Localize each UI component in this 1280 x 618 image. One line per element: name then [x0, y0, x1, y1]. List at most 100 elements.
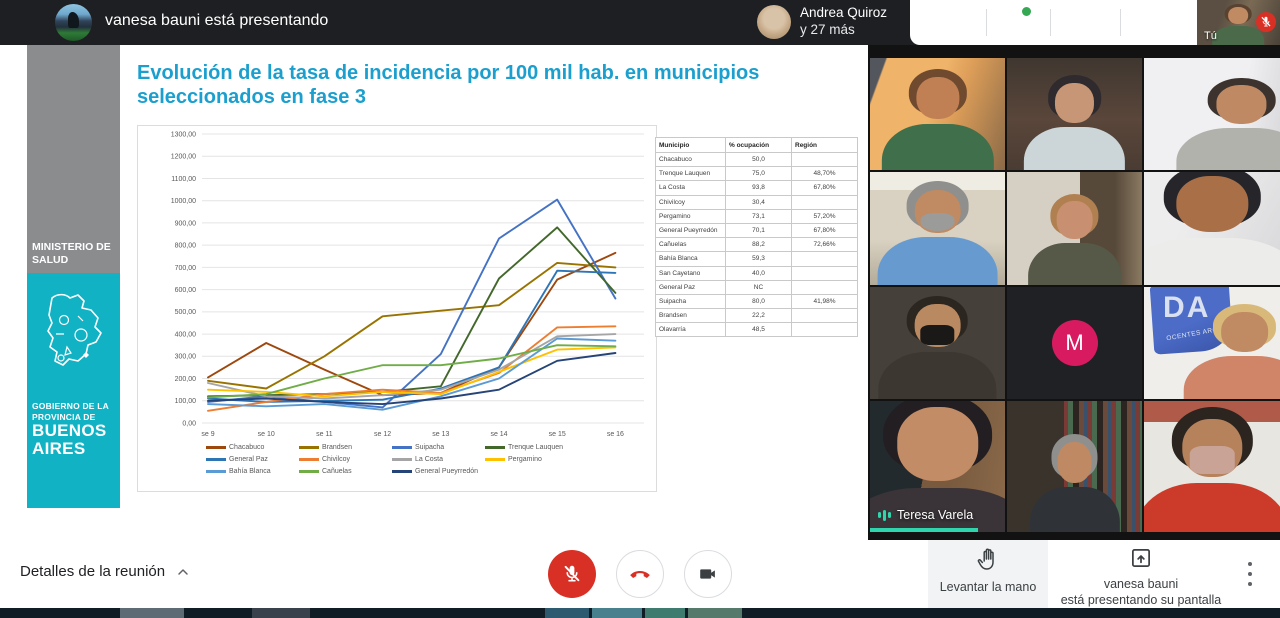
table-row: General PazNC [656, 280, 858, 294]
svg-text:se 12: se 12 [374, 431, 391, 438]
svg-text:700,00: 700,00 [175, 265, 197, 272]
table-cell [792, 309, 858, 323]
person-silhouette [1144, 172, 1280, 285]
svg-text:1000,00: 1000,00 [171, 198, 196, 205]
raise-hand-icon [976, 547, 1000, 573]
table-cell: San Cayetano [656, 266, 726, 280]
presenting-line2: está presentando su pantalla [1048, 592, 1234, 608]
legend-item: Bahía Blanca [206, 468, 299, 475]
table-cell: Bahía Blanca [656, 252, 726, 266]
legend-swatch [206, 470, 226, 472]
table-row: Suipacha80,041,98% [656, 294, 858, 308]
table-row: Pergamino73,157,20% [656, 209, 858, 223]
svg-text:0,00: 0,00 [182, 420, 196, 427]
table-row: Chacabuco50,0 [656, 153, 858, 167]
legend-swatch [206, 446, 226, 448]
svg-text:se 9: se 9 [201, 431, 214, 438]
table-row: San Cayetano40,0 [656, 266, 858, 280]
participant-video-grid: MDAOCENTES ARGEN Teresa Varela [868, 45, 1280, 540]
svg-text:900,00: 900,00 [175, 220, 197, 227]
participant-tile-woman-pink-mask-red-shirt[interactable] [1144, 401, 1280, 532]
ministry-label: MINISTERIO DE SALUD [32, 241, 117, 266]
participant-tile-man-gray-beard-blue-shirt[interactable] [870, 172, 1005, 285]
legend-swatch [299, 470, 319, 472]
legend-item: Brandsen [299, 444, 392, 451]
table-cell [792, 266, 858, 280]
google-meet-window: { "colors": { "accent_teal": "#1b9fce", … [0, 0, 1280, 618]
svg-text:400,00: 400,00 [175, 331, 197, 338]
svg-text:se 10: se 10 [258, 431, 275, 438]
table-cell: Chivilcoy [656, 195, 726, 209]
table-row: Olavarría48,5 [656, 323, 858, 337]
person-silhouette [879, 177, 995, 285]
table-header-row: Municipio% ocupaciónRegión [656, 138, 858, 153]
svg-text:se 13: se 13 [432, 431, 449, 438]
raise-hand-button[interactable]: Levantar la mano [928, 540, 1048, 608]
participant-tile-woman-glasses-brick-wall[interactable] [1007, 58, 1142, 170]
table-cell: General Pueyrredón [656, 223, 726, 237]
table-cell: General Paz [656, 280, 726, 294]
participant-tile-initial-avatar[interactable]: M [1007, 287, 1142, 399]
speaking-indicator-bar [870, 528, 978, 532]
government-label: GOBIERNO DE LA PROVINCIA DE BUENOS AIRES [32, 401, 109, 458]
table-cell: 67,80% [792, 181, 858, 195]
divider [1120, 9, 1121, 36]
svg-text:1100,00: 1100,00 [171, 176, 196, 183]
presenting-status[interactable]: vanesa bauni está presentando su pantall… [1048, 540, 1234, 608]
participant-tile-man-looking-down-pen[interactable] [1144, 172, 1280, 285]
present-screen-icon [1128, 545, 1154, 571]
person-silhouette [1031, 430, 1117, 532]
table-row: Brandsen22,2 [656, 309, 858, 323]
legend-item: Suipacha [392, 444, 485, 451]
legend-swatch [392, 458, 412, 460]
meeting-details-label: Detalles de la reunión [20, 563, 165, 580]
hang-up-icon [627, 561, 653, 587]
legend-item: Chacabuco [206, 444, 299, 451]
person-silhouette [881, 291, 994, 399]
legend-swatch [392, 446, 412, 448]
svg-text:se 15: se 15 [549, 431, 566, 438]
table-cell: 48,70% [792, 167, 858, 181]
legend-item: Chivilcoy [299, 456, 392, 463]
participant-tile-woman-striped-sweater-office[interactable] [1007, 172, 1142, 285]
divider [1050, 9, 1051, 36]
svg-text:300,00: 300,00 [175, 354, 197, 361]
legend-item: La Costa [392, 456, 485, 463]
svg-text:100,00: 100,00 [175, 398, 197, 405]
table-cell [792, 252, 858, 266]
meeting-details-toggle[interactable]: Detalles de la reunión [20, 563, 191, 580]
table-row: Chivilcoy30,4 [656, 195, 858, 209]
table-column-header: Municipio [656, 138, 726, 153]
table-cell: 59,3 [726, 252, 792, 266]
camera-toggle-button[interactable] [684, 550, 732, 598]
chat-notification-badge [1022, 7, 1031, 16]
table-cell: Chacabuco [656, 153, 726, 167]
person-silhouette [1144, 401, 1280, 532]
legend-swatch [392, 470, 412, 472]
participant-tile-woman-red-glasses[interactable] [870, 58, 1005, 170]
table-cell: 72,66% [792, 238, 858, 252]
table-cell: 80,0 [726, 294, 792, 308]
participant-tile-woman-blonde-flag[interactable]: DAOCENTES ARGEN [1144, 287, 1280, 399]
table-row: Cañuelas88,272,66% [656, 238, 858, 252]
participant-tile-woman-closeup-speaking[interactable]: Teresa Varela [870, 401, 1005, 532]
table-cell: 41,98% [792, 294, 858, 308]
participant-tile-man-leaning-on-hand[interactable] [1144, 58, 1280, 170]
person-silhouette [1030, 190, 1119, 285]
table-column-header: Región [792, 138, 858, 153]
mic-toggle-button[interactable] [548, 550, 596, 598]
slide-title: Evolución de la tasa de incidencia por 1… [137, 61, 847, 109]
table-cell: 93,8 [726, 181, 792, 195]
more-options-button[interactable] [1243, 562, 1257, 586]
legend-item: Trenque Lauquen [485, 444, 578, 451]
participant-tile-woman-curly-hair-black-mask[interactable] [870, 287, 1005, 399]
participant-tile-man-glasses-bookshelf[interactable] [1007, 401, 1142, 532]
table-cell: NC [726, 280, 792, 294]
camera-icon [697, 563, 719, 585]
legend-swatch [299, 446, 319, 448]
municipality-table: Municipio% ocupaciónRegión Chacabuco50,0… [655, 137, 858, 337]
os-taskbar-edge [0, 608, 1280, 618]
self-view-tile[interactable]: Tú [1197, 0, 1280, 45]
table-cell: Trenque Lauquen [656, 167, 726, 181]
hang-up-button[interactable] [616, 550, 664, 598]
